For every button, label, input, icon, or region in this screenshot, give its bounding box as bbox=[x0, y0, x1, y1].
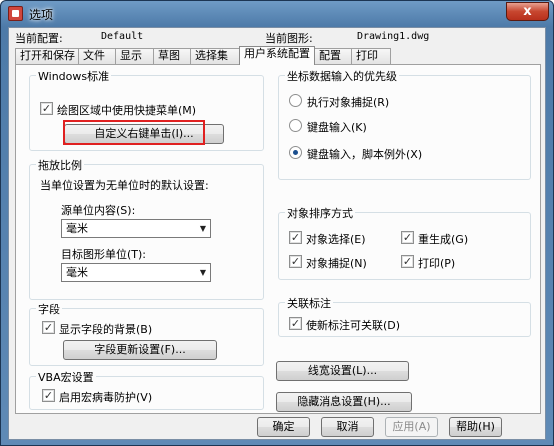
close-icon: x bbox=[523, 4, 532, 19]
user-preferences-page: Windows标准 ✓ 绘图区域中使用快捷菜单(M) 自定义右键单击(I)...… bbox=[15, 64, 541, 414]
options-dialog-window: 选项 x 当前配置: Default 当前图形: Drawing1.dwg 打开… bbox=[0, 0, 554, 446]
shortcut-menu-checkbox[interactable]: ✓ bbox=[40, 102, 53, 115]
object-sort-group: 对象排序方式 ✓ 对象选择(E) ✓ 重生成(G) ✓ 对象捕捉(N) ✓ 打印… bbox=[278, 205, 531, 280]
vba-group: VBA宏设置 ✓ 启用宏病毒防护(V) bbox=[29, 369, 264, 410]
current-profile-value: Default bbox=[101, 31, 144, 42]
check-icon: ✓ bbox=[402, 255, 413, 268]
tab-selection[interactable]: 选择集 bbox=[190, 48, 240, 64]
sort-plot-label[interactable]: 打印(P) bbox=[418, 255, 455, 271]
check-icon: ✓ bbox=[43, 321, 54, 334]
drag-scale-title: 拖放比例 bbox=[36, 157, 84, 173]
source-units-label: 源单位内容(S): bbox=[61, 204, 136, 217]
sort-plot-checkbox[interactable]: ✓ bbox=[401, 255, 414, 268]
help-button[interactable]: 帮助(H) bbox=[449, 417, 502, 437]
tab-profiles[interactable]: 配置 bbox=[314, 48, 352, 64]
tab-plot[interactable]: 打印 bbox=[351, 48, 391, 64]
red-highlight-box bbox=[63, 120, 205, 145]
current-drawing-label: 当前图形: bbox=[265, 32, 313, 45]
sort-regen-label[interactable]: 重生成(G) bbox=[418, 231, 468, 247]
show-field-background-label[interactable]: 显示字段的背景(B) bbox=[59, 321, 152, 337]
virus-protection-checkbox[interactable]: ✓ bbox=[42, 389, 55, 402]
chevron-down-icon: ▼ bbox=[199, 224, 206, 233]
check-icon: ✓ bbox=[290, 231, 301, 244]
check-icon: ✓ bbox=[41, 102, 52, 115]
hidden-messages-settings-button[interactable]: 隐藏消息设置(H)... bbox=[276, 392, 412, 412]
object-sort-title: 对象排序方式 bbox=[285, 205, 355, 221]
tab-user-preferences[interactable]: 用户系统配置 bbox=[239, 46, 315, 65]
windows-standard-group: Windows标准 ✓ 绘图区域中使用快捷菜单(M) 自定义右键单击(I)... bbox=[29, 68, 264, 151]
apply-button[interactable]: 应用(A) bbox=[385, 417, 438, 437]
coord-priority-title: 坐标数据输入的优先级 bbox=[285, 68, 399, 84]
field-update-settings-button[interactable]: 字段更新设置(F)... bbox=[63, 340, 217, 360]
drag-scale-group: 拖放比例 当单位设置为无单位时的默认设置: 源单位内容(S): 毫米 ▼ 目标图… bbox=[29, 157, 264, 300]
radio-keyboard-except-scripts-label[interactable]: 键盘输入，脚本例外(X) bbox=[307, 146, 422, 162]
target-units-select[interactable]: 毫米 ▼ bbox=[61, 263, 211, 282]
check-icon: ✓ bbox=[43, 389, 54, 402]
new-dims-assoc-checkbox[interactable]: ✓ bbox=[289, 317, 302, 330]
radio-keyboard-entry[interactable] bbox=[289, 119, 302, 132]
window-title: 选项 bbox=[29, 8, 54, 22]
sort-object-snap-label[interactable]: 对象捕捉(N) bbox=[306, 255, 367, 271]
source-units-select[interactable]: 毫米 ▼ bbox=[61, 219, 211, 238]
vba-title: VBA宏设置 bbox=[36, 369, 96, 385]
lineweight-settings-button[interactable]: 线宽设置(L)... bbox=[276, 361, 409, 381]
field-title: 字段 bbox=[36, 301, 62, 317]
radio-object-snap-label[interactable]: 执行对象捕捉(R) bbox=[307, 94, 389, 110]
close-button[interactable]: x bbox=[506, 2, 549, 21]
radio-keyboard-entry-label[interactable]: 键盘输入(K) bbox=[307, 119, 367, 135]
radio-object-snap[interactable] bbox=[289, 94, 302, 107]
target-units-value: 毫米 bbox=[66, 266, 88, 279]
cancel-button[interactable]: 取消 bbox=[321, 417, 374, 437]
source-units-value: 毫米 bbox=[66, 222, 88, 235]
ok-button[interactable]: 确定 bbox=[257, 417, 310, 437]
assoc-dim-group: 关联标注 ✓ 使新标注可关联(D) bbox=[278, 295, 531, 337]
tab-open-save[interactable]: 打开和保存 bbox=[15, 48, 79, 64]
sort-regen-checkbox[interactable]: ✓ bbox=[401, 231, 414, 244]
check-icon: ✓ bbox=[290, 317, 301, 330]
title-bar[interactable]: 选项 x bbox=[1, 1, 553, 27]
sort-object-selection-label[interactable]: 对象选择(E) bbox=[306, 231, 366, 247]
coord-priority-group: 坐标数据输入的优先级 执行对象捕捉(R) 键盘输入(K) 键盘输入，脚本例外(X… bbox=[278, 68, 531, 180]
tab-files[interactable]: 文件 bbox=[78, 48, 116, 64]
chevron-down-icon: ▼ bbox=[199, 268, 206, 277]
app-icon bbox=[8, 6, 23, 21]
tab-display[interactable]: 显示 bbox=[115, 48, 154, 64]
dialog-client-area: 当前配置: Default 当前图形: Drawing1.dwg 打开和保存 文… bbox=[8, 27, 546, 440]
virus-protection-label[interactable]: 启用宏病毒防护(V) bbox=[59, 389, 152, 405]
sort-object-snap-checkbox[interactable]: ✓ bbox=[289, 255, 302, 268]
shortcut-menu-label[interactable]: 绘图区域中使用快捷菜单(M) bbox=[57, 102, 196, 118]
new-dims-assoc-label[interactable]: 使新标注可关联(D) bbox=[306, 317, 400, 333]
assoc-dim-title: 关联标注 bbox=[285, 295, 333, 311]
current-drawing-value: Drawing1.dwg bbox=[357, 31, 430, 42]
current-profile-label: 当前配置: bbox=[15, 32, 63, 45]
drag-scale-description: 当单位设置为无单位时的默认设置: bbox=[40, 179, 209, 192]
check-icon: ✓ bbox=[402, 231, 413, 244]
sort-object-selection-checkbox[interactable]: ✓ bbox=[289, 231, 302, 244]
tab-drafting[interactable]: 草图 bbox=[153, 48, 191, 64]
show-field-background-checkbox[interactable]: ✓ bbox=[42, 321, 55, 334]
windows-standard-title: Windows标准 bbox=[36, 68, 112, 84]
target-units-label: 目标图形单位(T): bbox=[61, 248, 147, 261]
radio-keyboard-except-scripts[interactable] bbox=[289, 146, 302, 159]
field-group: 字段 ✓ 显示字段的背景(B) 字段更新设置(F)... bbox=[29, 301, 264, 366]
check-icon: ✓ bbox=[290, 255, 301, 268]
